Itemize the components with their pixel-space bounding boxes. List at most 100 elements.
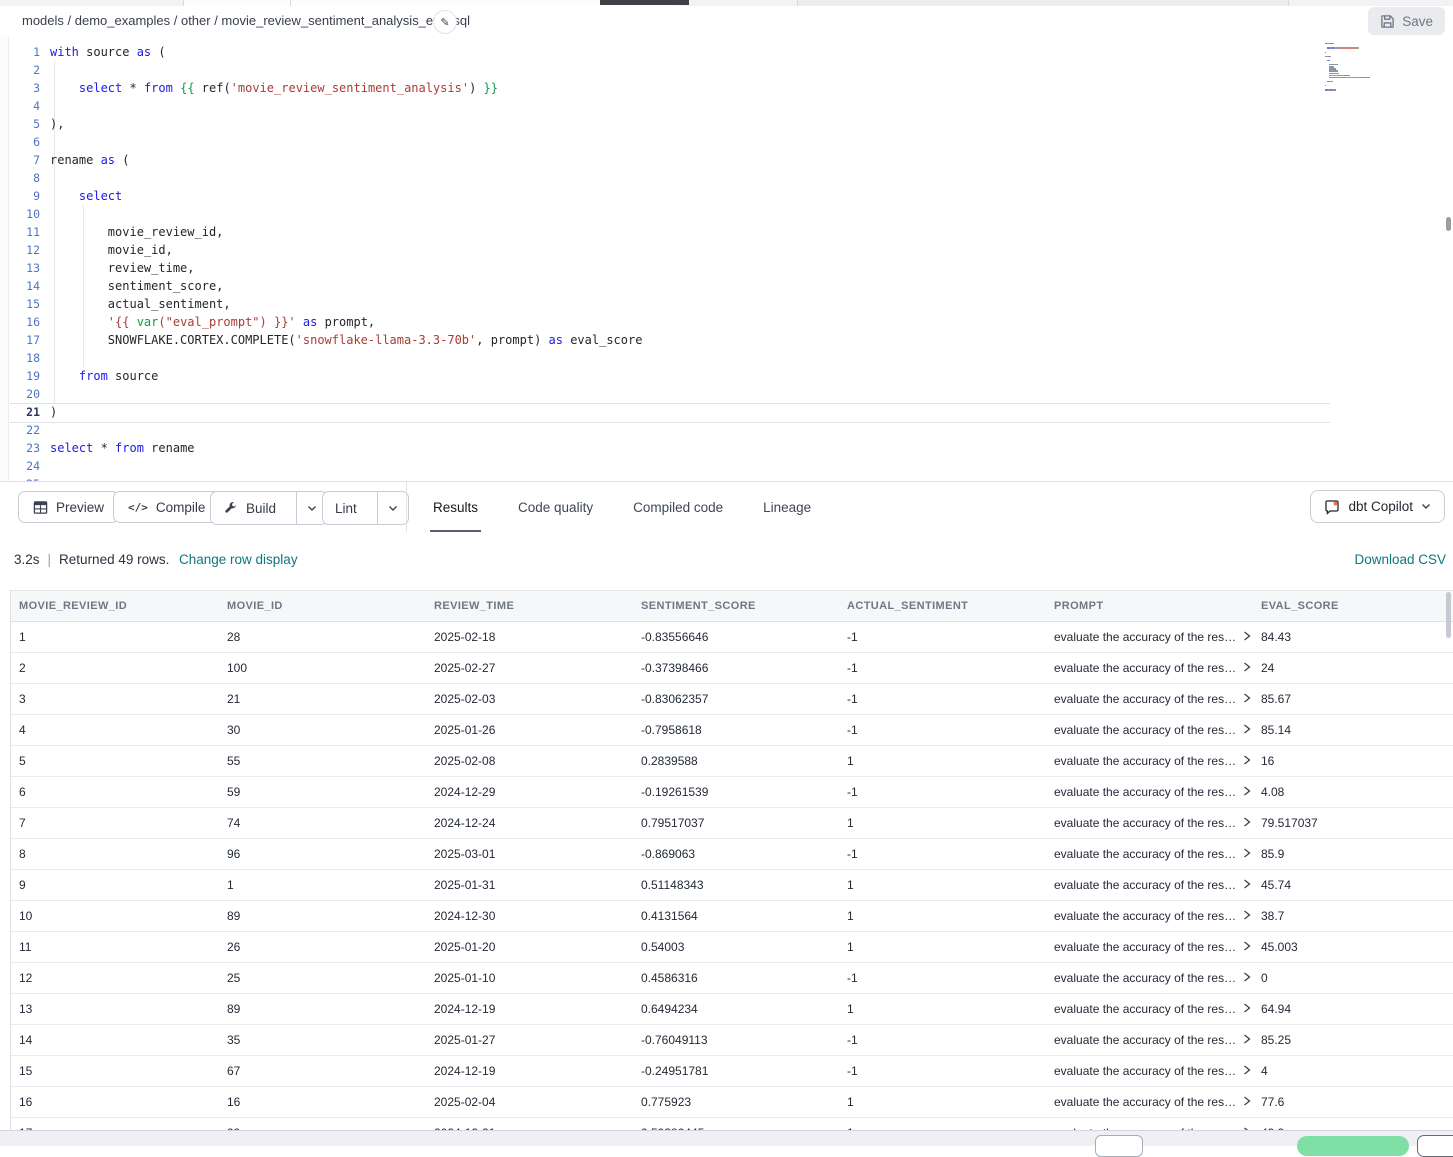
movie-review-id-cell: 7 [11,816,219,830]
editor-scrollbar-thumb[interactable] [1446,217,1451,231]
line-number: 6 [0,133,40,151]
tab-code-quality[interactable]: Code quality [515,482,596,533]
prompt-expand-chevron-icon[interactable] [1243,940,1251,954]
movie-review-id-cell: 4 [11,723,219,737]
lint-label: Lint [335,501,357,516]
code-text: select * from {{ ref('movie_review_senti… [50,79,498,97]
prompt-cell[interactable]: evaluate the accuracy of the res… [1046,1095,1253,1109]
prompt-cell[interactable]: evaluate the accuracy of the res… [1046,878,1253,892]
code-line: 3 select * from {{ ref('movie_review_sen… [0,79,1453,97]
sentiment-score-cell: 0.2839588 [633,754,839,768]
prompt-expand-chevron-icon[interactable] [1243,847,1251,861]
prompt-cell[interactable]: evaluate the accuracy of the res… [1046,723,1253,737]
prompt-text: evaluate the accuracy of the res… [1054,1002,1236,1016]
tab-compiled-code[interactable]: Compiled code [630,482,726,533]
eval-score-cell: 4.08 [1253,785,1453,799]
actual-sentiment-cell: -1 [839,847,1046,861]
prompt-cell[interactable]: evaluate the accuracy of the res… [1046,630,1253,644]
tab-results[interactable]: Results [430,482,481,533]
prompt-expand-chevron-icon[interactable] [1243,909,1251,923]
prompt-cell[interactable]: evaluate the accuracy of the res… [1046,754,1253,768]
prompt-cell[interactable]: evaluate the accuracy of the res… [1046,940,1253,954]
actual-sentiment-cell: -1 [839,723,1046,737]
review-time-cell: 2024-12-19 [426,1064,633,1078]
prompt-expand-chevron-icon[interactable] [1243,630,1251,644]
movie-id-cell: 35 [219,1033,426,1047]
table-row: 1282025-02-18-0.83556646-1evaluate the a… [11,622,1453,653]
prompt-cell[interactable]: evaluate the accuracy of the res… [1046,1002,1253,1016]
preview-button[interactable]: Preview [18,491,119,523]
prompt-cell[interactable]: evaluate the accuracy of the res… [1046,971,1253,985]
dbt-copilot-button[interactable]: dbt Copilot [1310,490,1445,523]
movie-id-cell: 21 [219,692,426,706]
movie-id-cell: 30 [219,723,426,737]
bottom-white-button-partial[interactable] [1417,1135,1453,1157]
prompt-expand-chevron-icon[interactable] [1243,661,1251,675]
prompt-expand-chevron-icon[interactable] [1243,723,1251,737]
prompt-expand-chevron-icon[interactable] [1243,1064,1251,1078]
actual-sentiment-cell: 1 [839,940,1046,954]
code-line: 15 actual_sentiment, [0,295,1453,313]
tab-lineage[interactable]: Lineage [760,482,814,533]
prompt-expand-chevron-icon[interactable] [1243,754,1251,768]
prompt-expand-chevron-icon[interactable] [1243,1002,1251,1016]
eval-score-cell: 84.43 [1253,630,1453,644]
bottom-chip-partial[interactable] [1095,1135,1143,1157]
row-count: Returned 49 rows. [59,552,169,567]
table-row: 13892024-12-190.64942341evaluate the acc… [11,994,1453,1025]
prompt-cell[interactable]: evaluate the accuracy of the res… [1046,909,1253,923]
movie-id-cell: 26 [219,940,426,954]
prompt-cell[interactable]: evaluate the accuracy of the res… [1046,1033,1253,1047]
movie-id-cell: 59 [219,785,426,799]
movie-id-cell: 89 [219,909,426,923]
prompt-cell[interactable]: evaluate the accuracy of the res… [1046,816,1253,830]
prompt-cell[interactable]: evaluate the accuracy of the res… [1046,661,1253,675]
code-line: 13 review_time, [0,259,1453,277]
save-button[interactable]: Save [1368,7,1445,35]
prompt-expand-chevron-icon[interactable] [1243,1033,1251,1047]
bottom-strip [0,1130,1453,1146]
review-time-cell: 2025-02-04 [426,1095,633,1109]
prompt-expand-chevron-icon[interactable] [1243,785,1251,799]
build-button-group: Build [210,491,328,525]
minimap[interactable] [1325,41,1435,101]
build-button[interactable]: Build [211,492,288,524]
actual-sentiment-cell: -1 [839,661,1046,675]
prompt-cell[interactable]: evaluate the accuracy of the res… [1046,692,1253,706]
line-number: 11 [0,223,40,241]
change-row-display-link[interactable]: Change row display [179,552,298,567]
code-editor[interactable]: 1with source as (23 select * from {{ ref… [0,37,1453,481]
compile-button[interactable]: </> Compile [113,491,220,523]
download-csv-link[interactable]: Download CSV [1354,552,1446,567]
prompt-expand-chevron-icon[interactable] [1243,971,1251,985]
prompt-expand-chevron-icon[interactable] [1243,692,1251,706]
bottom-green-button-partial[interactable] [1297,1136,1409,1156]
tab-strip-dark-bar [600,0,689,5]
minimap-line [1329,77,1370,78]
code-line: 4 [0,97,1453,115]
copilot-edit-icon[interactable]: ✎ [433,10,457,34]
movie-review-id-cell: 9 [11,878,219,892]
line-number: 23 [0,439,40,457]
prompt-cell[interactable]: evaluate the accuracy of the res… [1046,785,1253,799]
lint-button[interactable]: Lint [323,492,369,524]
table-scrollbar-thumb[interactable] [1446,592,1451,638]
chevron-down-icon [388,505,398,512]
prompt-expand-chevron-icon[interactable] [1243,1095,1251,1109]
review-time-cell: 2025-02-27 [426,661,633,675]
eval-score-cell: 4 [1253,1064,1453,1078]
prompt-expand-chevron-icon[interactable] [1243,816,1251,830]
prompt-cell[interactable]: evaluate the accuracy of the res… [1046,1064,1253,1078]
sentiment-score-cell: -0.869063 [633,847,839,861]
code-line: 22 [0,421,1453,439]
chevron-down-icon [1421,503,1431,510]
eval-score-cell: 85.67 [1253,692,1453,706]
sentiment-score-cell: 0.79517037 [633,816,839,830]
actual-sentiment-cell: 1 [839,816,1046,830]
prompt-cell[interactable]: evaluate the accuracy of the res… [1046,847,1253,861]
line-number: 18 [0,349,40,367]
prompt-text: evaluate the accuracy of the res… [1054,1064,1236,1078]
prompt-expand-chevron-icon[interactable] [1243,878,1251,892]
prompt-text: evaluate the accuracy of the res… [1054,661,1236,675]
lint-dropdown-caret[interactable] [377,492,408,524]
